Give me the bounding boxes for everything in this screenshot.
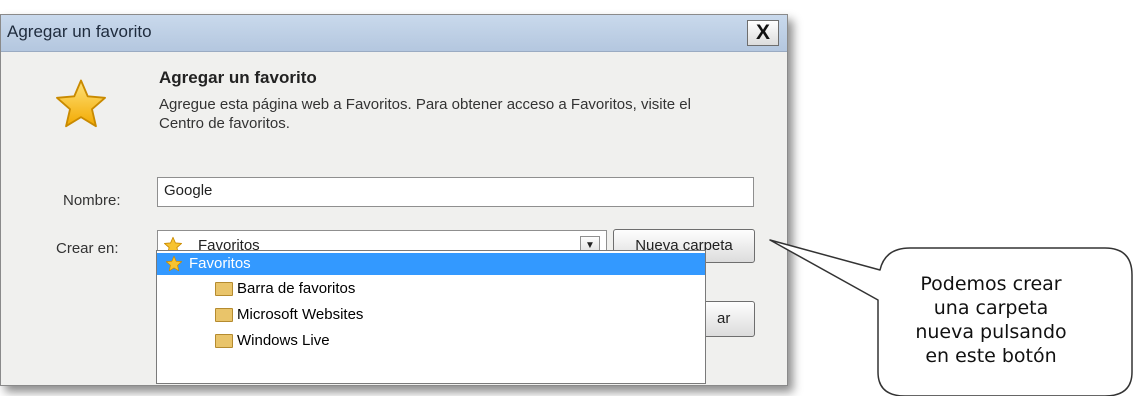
callout-line: en este botón — [925, 345, 1057, 367]
callout-line: Podemos crear — [920, 273, 1062, 295]
callout-line: una carpeta — [933, 297, 1049, 319]
callout-text: Podemos crear una carpeta nueva pulsando… — [880, 272, 1102, 368]
callout-line: nueva pulsando — [915, 321, 1067, 343]
